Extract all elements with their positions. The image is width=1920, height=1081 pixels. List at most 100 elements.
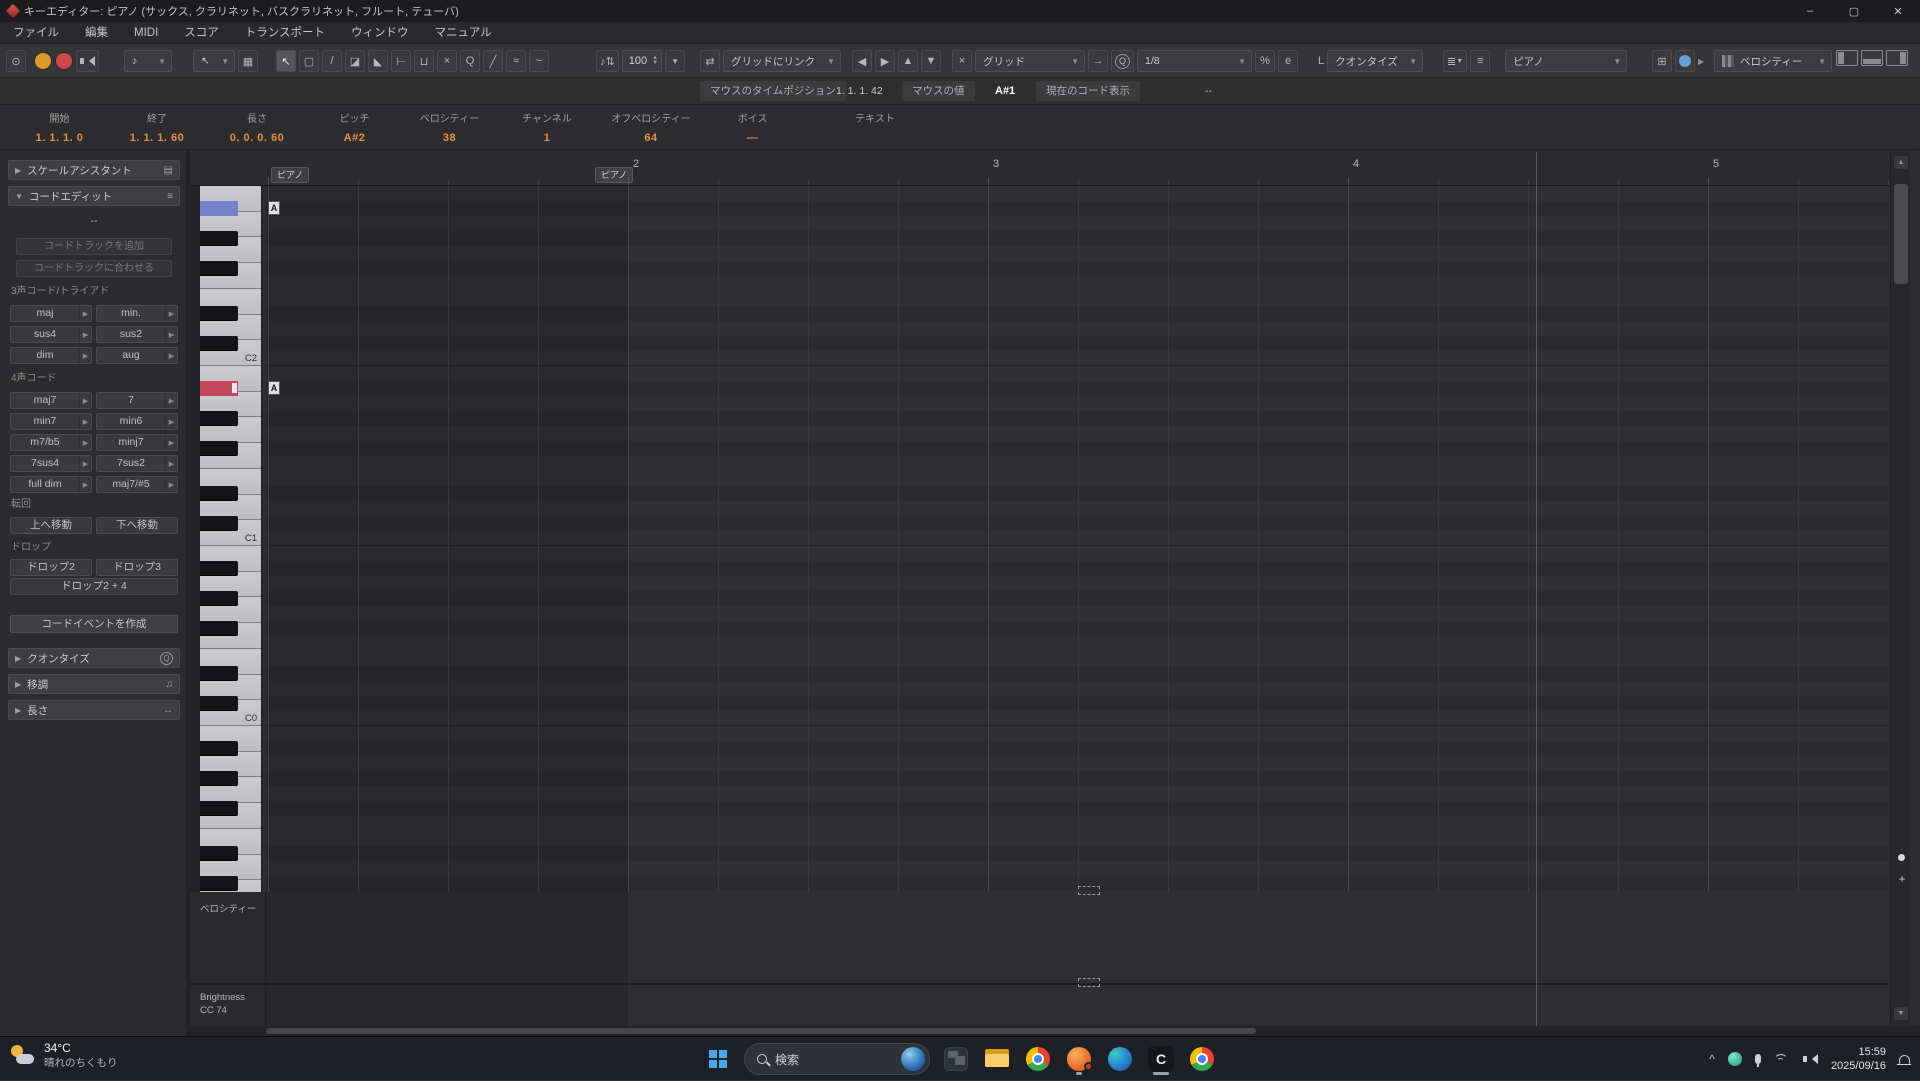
move-up-icon[interactable]: ▲ (898, 50, 918, 72)
piano-key-black[interactable] (200, 876, 238, 891)
chord-button-sus4[interactable]: sus4▶ (10, 326, 92, 343)
volume-icon[interactable] (1803, 1054, 1818, 1064)
drop24-button[interactable]: ドロップ2 + 4 (10, 578, 178, 595)
part-selector-dropdown[interactable]: ピアノ▼ (1505, 50, 1627, 72)
wifi-icon[interactable] (1774, 1054, 1790, 1065)
glue-tool[interactable]: ⊔ (414, 50, 434, 72)
maximize-button[interactable]: ▢ (1832, 0, 1876, 22)
velocity-lane[interactable] (266, 892, 1888, 983)
menu-midi[interactable]: MIDI (121, 22, 171, 44)
info-value-3[interactable]: A#2 (344, 132, 366, 144)
piano-key-black[interactable] (200, 846, 238, 861)
info-value-0[interactable]: 1. 1. 1. 0 (36, 132, 84, 144)
taskbar-clock[interactable]: 15:59 2025/09/16 (1831, 1045, 1886, 1073)
snap-type-icon[interactable]: → (1088, 50, 1108, 72)
piano-key-black[interactable] (200, 306, 238, 321)
menu-transport[interactable]: トランスポート (232, 22, 338, 44)
chord-flyout-arrow-icon[interactable]: ▶ (79, 348, 91, 363)
velocity-dropdown-caret[interactable]: ▼ (665, 50, 685, 72)
microphone-icon[interactable] (1755, 1054, 1761, 1064)
insert-velocity-spinner[interactable]: 100▲▼ (622, 50, 662, 72)
chord-button-min7[interactable]: min7▶ (10, 413, 92, 430)
chord-flyout-arrow-icon[interactable]: ▶ (79, 456, 91, 471)
cc74-lane[interactable] (266, 985, 1888, 1026)
menu-edit[interactable]: 編集 (72, 22, 121, 44)
menu-file[interactable]: ファイル (0, 22, 72, 44)
grid-link-dropdown[interactable]: グリッドにリンク▼ (723, 50, 841, 72)
chord-flyout-arrow-icon[interactable]: ▶ (165, 456, 177, 471)
piano-key-black[interactable] (200, 741, 238, 756)
mute-tool[interactable]: × (437, 50, 457, 72)
add-chord-track-button[interactable]: コードトラックを追加 (16, 238, 172, 255)
grid-type-dropdown[interactable]: グリッド▼ (975, 50, 1085, 72)
piano-key-black[interactable] (200, 801, 238, 816)
piano-key-black[interactable] (200, 441, 238, 456)
zoom-dot-icon[interactable] (1898, 854, 1905, 861)
chord-button-dim[interactable]: dim▶ (10, 347, 92, 364)
timeline-ruler[interactable]: ピアノ ピアノ 2345 (190, 150, 1890, 186)
panel-transpose[interactable]: ▶移調♫ (8, 674, 180, 694)
chord-button-min6[interactable]: min6▶ (96, 413, 178, 430)
vertical-scrollbar[interactable]: ▲ + ▼ (1890, 150, 1910, 1026)
erase-tool[interactable]: ◪ (345, 50, 365, 72)
object-selection-tool[interactable]: ↖ (276, 50, 296, 72)
chord-button-m7-b5[interactable]: m7/b5▶ (10, 434, 92, 451)
create-chord-event-button[interactable]: コードイベントを作成 (10, 615, 178, 633)
piano-keyboard[interactable]: C2C1C0C-1 (200, 186, 262, 892)
drop2-button[interactable]: ドロップ2 (10, 559, 92, 576)
scroll-down-button[interactable]: ▼ (1894, 1007, 1908, 1020)
menu-manual[interactable]: マニュアル (422, 22, 505, 44)
move-down-button[interactable]: 下へ移動 (96, 517, 178, 534)
move-down-icon[interactable]: ▼ (921, 50, 941, 72)
horizontal-scrollbar[interactable] (190, 1026, 1890, 1036)
midi-note-As2[interactable]: A (268, 201, 280, 215)
line-tool[interactable]: ╱ (483, 50, 503, 72)
chord-flyout-arrow-icon[interactable]: ▶ (165, 393, 177, 408)
info-value-5[interactable]: 1 (544, 132, 551, 144)
scroll-up-button[interactable]: ▲ (1894, 156, 1908, 169)
tray-app-icon[interactable] (1728, 1052, 1742, 1066)
edit-active-part-icon[interactable]: ≡ (1470, 50, 1490, 72)
minimize-button[interactable]: – (1788, 0, 1832, 22)
follow-chord-track-button[interactable]: コードトラックに合わせる (16, 260, 172, 277)
chord-flyout-arrow-icon[interactable]: ▶ (165, 327, 177, 342)
cubase-button[interactable]: C (1146, 1042, 1176, 1076)
browser-profile-button[interactable] (1187, 1042, 1217, 1076)
panel-scale-assistant[interactable]: ▶スケールアシスタント▤ (8, 160, 180, 180)
search-box[interactable]: 検索 (744, 1043, 930, 1075)
chord-flyout-arrow-icon[interactable]: ▶ (79, 327, 91, 342)
chord-button-maj7-5[interactable]: maj7/#5▶ (96, 476, 178, 493)
chord-flyout-arrow-icon[interactable]: ▶ (165, 348, 177, 363)
nudge-left-icon[interactable]: ◀ (852, 50, 872, 72)
chord-flyout-arrow-icon[interactable]: ▶ (165, 477, 177, 492)
insert-velocity-icon[interactable]: ♪⇅ (596, 50, 619, 72)
panel-quantize[interactable]: ▶クオンタイズQ (8, 648, 180, 668)
horizontal-scroll-thumb[interactable] (266, 1028, 1256, 1034)
quantize-panel-icon[interactable]: e (1278, 50, 1298, 72)
tray-chevron-icon[interactable]: ^ (1709, 1052, 1715, 1066)
chord-flyout-arrow-icon[interactable]: ▶ (79, 477, 91, 492)
info-value-6[interactable]: 64 (644, 132, 657, 144)
piano-key-black[interactable] (200, 411, 238, 426)
chord-button-aug[interactable]: aug▶ (96, 347, 178, 364)
start-button[interactable] (703, 1042, 733, 1076)
lane-selection-marker[interactable] (1078, 886, 1100, 895)
chord-button-minj7[interactable]: minj7▶ (96, 434, 178, 451)
nudge-right-icon[interactable]: ▶ (875, 50, 895, 72)
quantize-q-icon[interactable]: Q (1111, 50, 1134, 72)
range-selection-tool[interactable]: ▢ (299, 50, 319, 72)
link-icon[interactable]: ⇄ (700, 50, 720, 72)
piano-key-black[interactable] (200, 561, 238, 576)
setup-pin-icon[interactable]: ⊙ (6, 50, 26, 72)
event-colors-dropdown[interactable]: ベロシティー▼ (1714, 50, 1832, 72)
draw-tool[interactable]: / (322, 50, 342, 72)
chord-flyout-arrow-icon[interactable]: ▶ (165, 414, 177, 429)
drop3-button[interactable]: ドロップ3 (96, 559, 178, 576)
part-start-flag[interactable]: ピアノ (271, 167, 309, 183)
warp-tool[interactable]: ≈ (506, 50, 526, 72)
piano-key-black[interactable] (200, 696, 238, 711)
independent-track-loop-icon[interactable] (1675, 50, 1695, 72)
notification-bell-icon[interactable] (1899, 1055, 1910, 1064)
note-grid[interactable]: AA (266, 186, 1888, 892)
chord-button-7sus2[interactable]: 7sus2▶ (96, 455, 178, 472)
